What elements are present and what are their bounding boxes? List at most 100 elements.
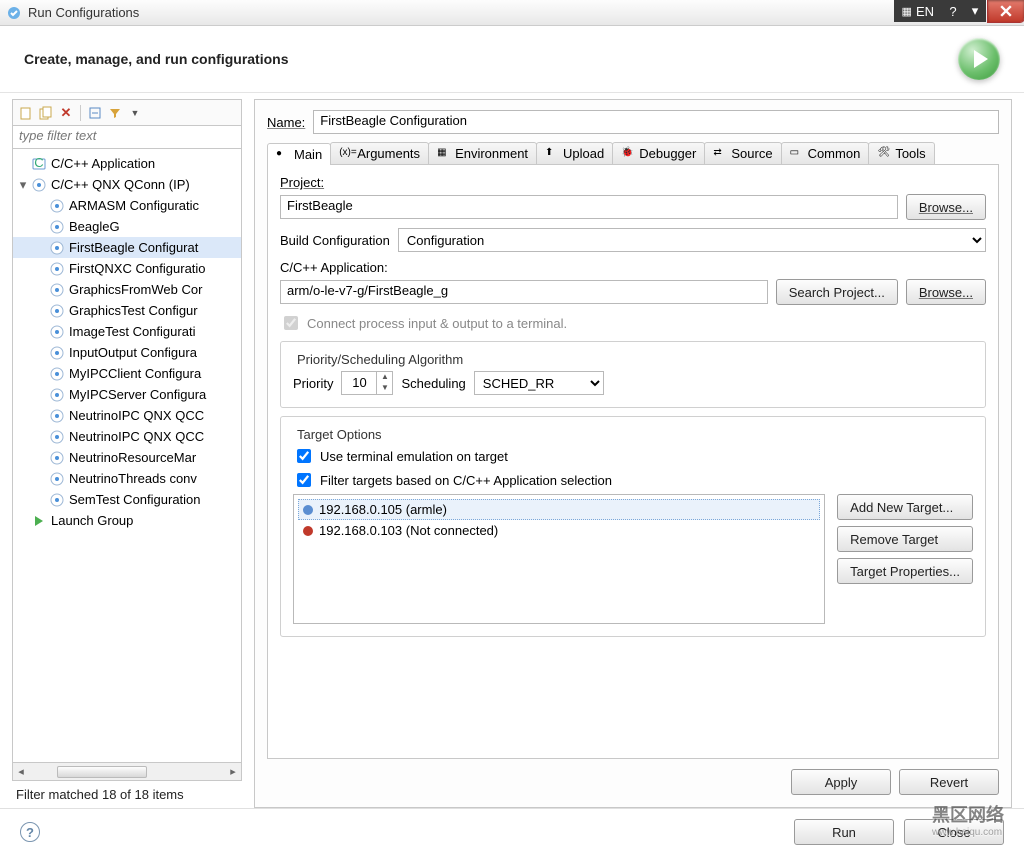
tree-node[interactable]: SemTest Configuration bbox=[13, 489, 241, 510]
tree-node[interactable]: MyIPCServer Configura bbox=[13, 384, 241, 405]
config-tree[interactable]: C C/C++ Application ▾C/C++ QNX QConn (IP)A… bbox=[12, 149, 242, 763]
window-close-button[interactable] bbox=[988, 0, 1024, 22]
tree-node[interactable]: NeutrinoIPC QNX QCC bbox=[13, 426, 241, 447]
app-browse-button[interactable]: Browse... bbox=[906, 279, 986, 305]
spinner-down-icon[interactable]: ▼ bbox=[377, 383, 392, 394]
language-indicator[interactable]: ▦ EN bbox=[894, 0, 942, 22]
close-button[interactable]: Close bbox=[904, 819, 1004, 845]
tree-node[interactable]: NeutrinoThreads conv bbox=[13, 468, 241, 489]
scroll-left-icon[interactable]: ◂ bbox=[13, 765, 29, 778]
target-group-title: Target Options bbox=[293, 427, 386, 442]
node-icon bbox=[49, 387, 65, 403]
app-input[interactable]: arm/o-le-v7-g/FirstBeagle_g bbox=[280, 280, 768, 304]
tree-node[interactable]: FirstQNXC Configuratio bbox=[13, 258, 241, 279]
search-project-button[interactable]: Search Project... bbox=[776, 279, 898, 305]
target-row[interactable]: 192.168.0.103 (Not connected) bbox=[298, 520, 820, 541]
name-input[interactable]: FirstBeagle Configuration bbox=[313, 110, 999, 134]
tree-node[interactable]: InputOutput Configura bbox=[13, 342, 241, 363]
run-button[interactable]: Run bbox=[794, 819, 894, 845]
tab-arguments[interactable]: (x)=Arguments bbox=[330, 142, 429, 164]
scheduling-label: Scheduling bbox=[401, 376, 465, 391]
node-label: InputOutput Configura bbox=[69, 345, 197, 360]
target-properties-button[interactable]: Target Properties... bbox=[837, 558, 973, 584]
toolbar-menu-chevron-icon[interactable]: ▼ bbox=[126, 104, 144, 122]
node-label: ImageTest Configurati bbox=[69, 324, 195, 339]
tree-node[interactable]: NeutrinoResourceMar bbox=[13, 447, 241, 468]
window-title: Run Configurations bbox=[28, 5, 139, 20]
titlebar-help-icon[interactable]: ? bbox=[942, 0, 964, 22]
node-label: BeagleG bbox=[69, 219, 120, 234]
node-icon bbox=[49, 429, 65, 445]
node-label: SemTest Configuration bbox=[69, 492, 201, 507]
target-label: 192.168.0.103 (Not connected) bbox=[319, 523, 498, 538]
scheduling-select[interactable]: SCHED_RR bbox=[474, 371, 604, 395]
scrollbar-thumb[interactable] bbox=[57, 766, 147, 778]
title-bar: Run Configurations ▦ EN ? ▾ bbox=[0, 0, 1024, 26]
new-config-icon[interactable] bbox=[17, 104, 35, 122]
delete-config-icon[interactable]: ✕ bbox=[57, 104, 75, 122]
node-label: GraphicsFromWeb Cor bbox=[69, 282, 202, 297]
dialog-footer: ? Run Close bbox=[0, 808, 1024, 855]
project-browse-button[interactable]: Browse... bbox=[906, 194, 986, 220]
apply-button[interactable]: Apply bbox=[791, 769, 891, 795]
tree-node[interactable]: ImageTest Configurati bbox=[13, 321, 241, 342]
node-label: NeutrinoThreads conv bbox=[69, 471, 197, 486]
filter-icon[interactable] bbox=[106, 104, 124, 122]
build-config-label: Build Configuration bbox=[280, 233, 390, 248]
tree-node[interactable]: GraphicsFromWeb Cor bbox=[13, 279, 241, 300]
titlebar-dropdown-icon[interactable]: ▾ bbox=[964, 0, 986, 22]
use-terminal-checkbox[interactable]: Use terminal emulation on target bbox=[293, 446, 973, 466]
project-label: Project: bbox=[280, 175, 986, 190]
tree-node[interactable]: ▾C/C++ QNX QConn (IP) bbox=[13, 174, 241, 195]
target-options-group: Target Options Use terminal emulation on… bbox=[280, 416, 986, 637]
app-label: C/C++ Application: bbox=[280, 260, 986, 275]
node-label: GraphicsTest Configur bbox=[69, 303, 198, 318]
node-label: MyIPCClient Configura bbox=[69, 366, 201, 381]
help-icon[interactable]: ? bbox=[20, 822, 40, 842]
tab-label: Common bbox=[808, 146, 861, 161]
collapse-all-icon[interactable] bbox=[86, 104, 104, 122]
build-config-select[interactable]: Configuration bbox=[398, 228, 986, 252]
tree-node[interactable]: Launch Group bbox=[13, 510, 241, 531]
tree-node[interactable]: BeagleG bbox=[13, 216, 241, 237]
tab-icon: 🐞 bbox=[621, 147, 635, 161]
remove-target-button[interactable]: Remove Target bbox=[837, 526, 973, 552]
target-row[interactable]: 192.168.0.105 (armle) bbox=[298, 499, 820, 520]
tab-icon: ▭ bbox=[790, 147, 804, 161]
svg-text:C: C bbox=[34, 156, 43, 170]
target-status-icon bbox=[303, 526, 313, 536]
tab-environment[interactable]: ▦Environment bbox=[428, 142, 537, 164]
duplicate-config-icon[interactable] bbox=[37, 104, 55, 122]
add-target-button[interactable]: Add New Target... bbox=[837, 494, 973, 520]
node-icon bbox=[49, 450, 65, 466]
tree-horizontal-scrollbar[interactable]: ◂ ▸ bbox=[12, 763, 242, 781]
tree-node[interactable]: GraphicsTest Configur bbox=[13, 300, 241, 321]
priority-spinner[interactable]: 10 ▲▼ bbox=[341, 371, 393, 395]
tab-tools[interactable]: 🛠Tools bbox=[868, 142, 934, 164]
revert-button[interactable]: Revert bbox=[899, 769, 999, 795]
filter-input[interactable]: type filter text bbox=[12, 125, 242, 149]
project-input[interactable]: FirstBeagle bbox=[280, 195, 898, 219]
tab-debugger[interactable]: 🐞Debugger bbox=[612, 142, 705, 164]
tree-node[interactable]: C C/C++ Application bbox=[13, 153, 241, 174]
tree-node[interactable]: ARMASM Configuratic bbox=[13, 195, 241, 216]
spinner-up-icon[interactable]: ▲ bbox=[377, 372, 392, 383]
dialog-title: Create, manage, and run configurations bbox=[24, 51, 289, 67]
detail-tabs: ●Main(x)=Arguments▦Environment⬆Upload🐞De… bbox=[267, 142, 999, 165]
tree-node[interactable]: NeutrinoIPC QNX QCC bbox=[13, 405, 241, 426]
tab-source[interactable]: ⇄Source bbox=[704, 142, 781, 164]
tree-node[interactable]: FirstBeagle Configurat bbox=[13, 237, 241, 258]
node-label: Launch Group bbox=[51, 513, 133, 528]
node-label: C/C++ QNX QConn (IP) bbox=[51, 177, 190, 192]
target-list[interactable]: 192.168.0.105 (armle) 192.168.0.103 (Not … bbox=[293, 494, 825, 624]
filter-targets-checkbox[interactable]: Filter targets based on C/C++ Applicatio… bbox=[293, 470, 973, 490]
tab-main[interactable]: ●Main bbox=[267, 143, 331, 165]
scroll-right-icon[interactable]: ▸ bbox=[225, 765, 241, 778]
tab-common[interactable]: ▭ Common bbox=[781, 142, 870, 164]
target-status-icon bbox=[303, 505, 313, 515]
tab-upload[interactable]: ⬆Upload bbox=[536, 142, 613, 164]
node-label: NeutrinoIPC QNX QCC bbox=[69, 429, 204, 444]
tree-node[interactable]: MyIPCClient Configura bbox=[13, 363, 241, 384]
node-label: C/C++ Application bbox=[51, 156, 155, 171]
node-icon bbox=[49, 366, 65, 382]
